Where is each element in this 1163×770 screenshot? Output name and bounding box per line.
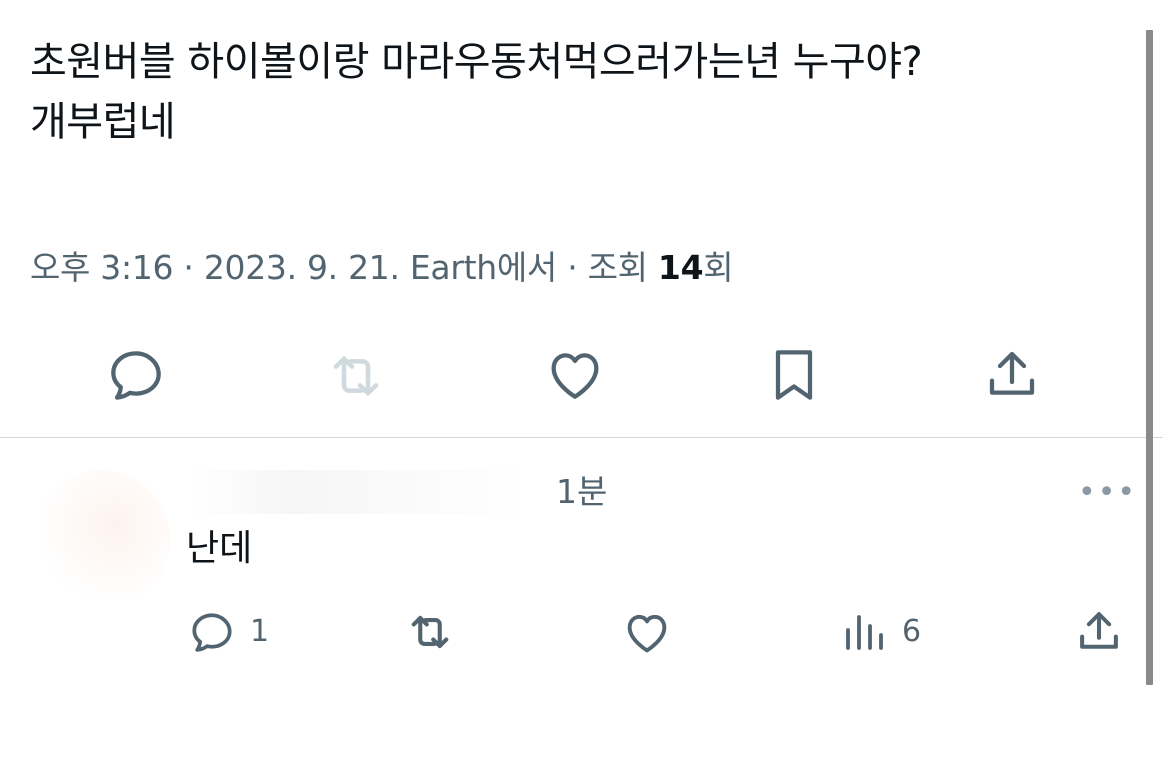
reply-author-name[interactable] [190, 470, 530, 514]
like-icon[interactable] [620, 606, 674, 658]
tweet-date[interactable]: 2023. 9. 21. [204, 248, 400, 287]
tweet-text-line-2: 개부럽네 [30, 99, 176, 145]
bookmark-icon[interactable] [762, 342, 826, 408]
share-icon[interactable] [980, 342, 1044, 406]
retweet-icon[interactable] [322, 344, 390, 408]
analytics-icon[interactable] [840, 608, 888, 656]
tweet-text-line-1: 초원버블 하이볼이랑 마라우동처먹으러가는년 누구야? [30, 39, 923, 85]
reply-count: 1 [250, 614, 270, 649]
reply-views-count: 6 [902, 614, 922, 649]
views-count: 14 [657, 248, 704, 287]
views-suffix: 회 [703, 248, 734, 287]
divider [0, 437, 1163, 438]
tweet-text: 초원버블 하이볼이랑 마라우동처먹으러가는년 누구야? 개부럽네 [30, 32, 1130, 152]
like-icon[interactable] [542, 342, 608, 406]
meta-separator: · [183, 248, 194, 287]
tweet-source: Earth에서 [409, 248, 557, 287]
avatar[interactable] [30, 470, 170, 610]
reply-icon[interactable] [186, 608, 238, 658]
tweet-time[interactable]: 오후 3:16 [30, 248, 174, 287]
reply-text: 난데 [186, 528, 253, 569]
reply-icon[interactable] [104, 344, 168, 408]
more-options-icon[interactable]: ••• [1078, 476, 1135, 510]
meta-separator: · [567, 248, 578, 287]
retweet-icon[interactable] [402, 606, 458, 658]
tweet-metadata: 오후 3:16 · 2023. 9. 21. Earth에서 · 조회 14회 [30, 246, 734, 290]
share-icon[interactable] [1072, 604, 1126, 658]
scrollbar[interactable] [1146, 30, 1153, 685]
reply-time[interactable]: 1분 [556, 470, 607, 514]
views-label: 조회 [587, 248, 648, 287]
